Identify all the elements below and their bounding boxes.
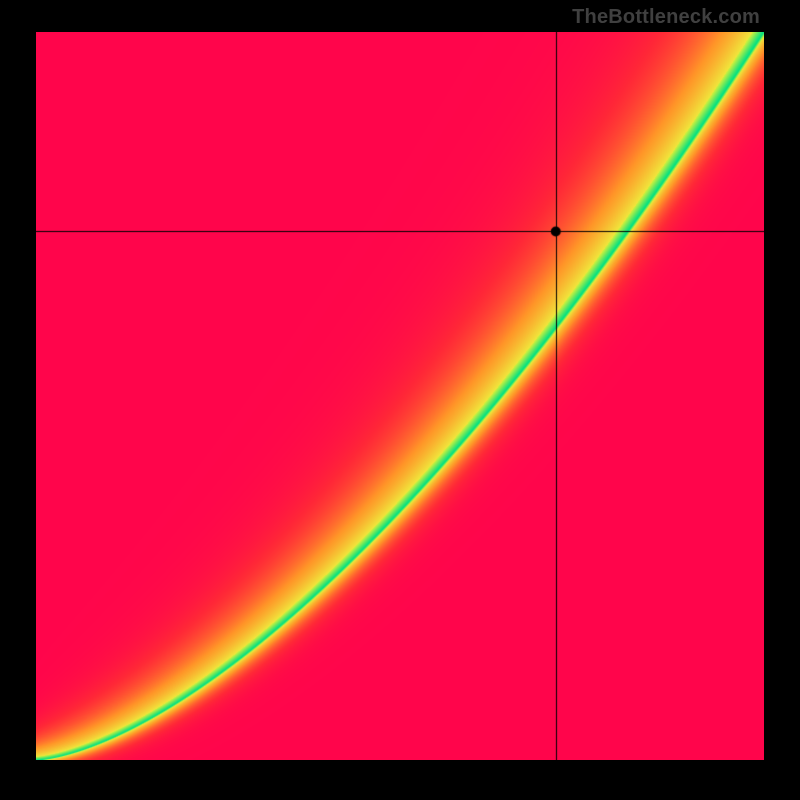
- heatmap-canvas: [36, 32, 764, 760]
- heatmap-plot: [36, 32, 764, 760]
- watermark-text: TheBottleneck.com: [572, 6, 760, 29]
- chart-frame: TheBottleneck.com: [0, 0, 800, 800]
